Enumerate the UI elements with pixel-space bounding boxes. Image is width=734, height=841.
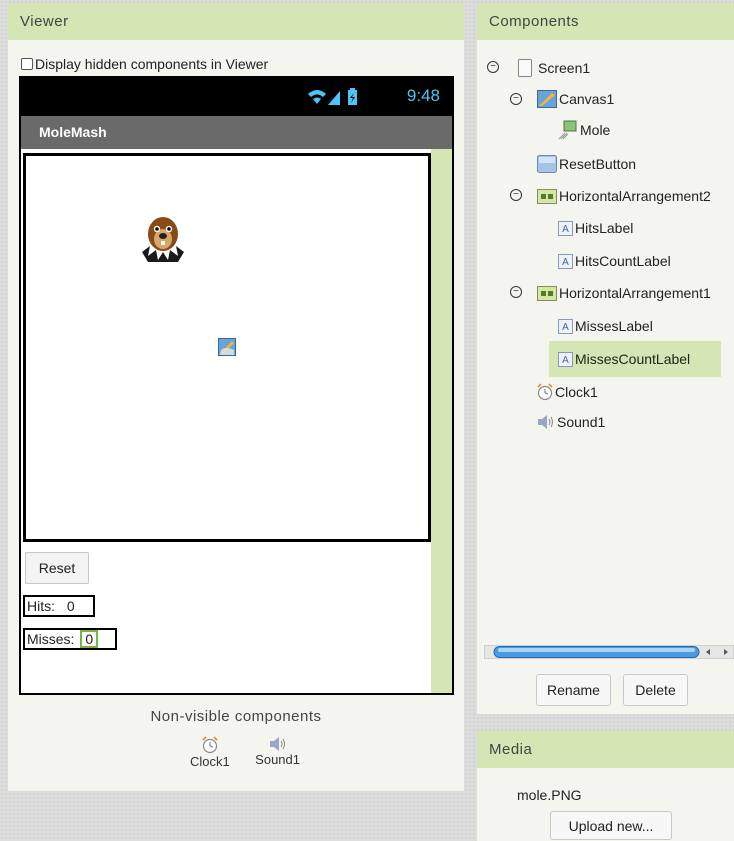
reset-button[interactable]: Reset [25, 552, 89, 584]
horizontal-arrangement-icon [537, 188, 557, 204]
tree-label: Sound1 [557, 414, 606, 430]
app-title: MoleMash [39, 124, 107, 140]
signal-icons [306, 87, 372, 110]
tree-label: Canvas1 [559, 91, 615, 107]
nonvisible-clock-label: Clock1 [190, 754, 230, 769]
hits-label: Hits: [27, 598, 55, 614]
nonvisible-clock[interactable]: Clock1 [190, 736, 230, 769]
mole-sprite-icon[interactable] [138, 212, 188, 268]
tree-item-resetbutton[interactable]: ResetButton [537, 153, 636, 175]
components-header: Components [477, 3, 734, 40]
phone-preview: 9:48 MoleMash Reset Hits: 0 Misses: 0 [19, 76, 454, 695]
tree-label: MissesLabel [575, 318, 653, 334]
display-hidden-option[interactable]: Display hidden components in Viewer [21, 56, 268, 72]
app-title-bar: MoleMash [21, 116, 452, 149]
canvas-placeholder-icon [218, 338, 236, 356]
image-sprite-icon [558, 120, 577, 140]
clock-icon [537, 383, 553, 401]
tree-item-horizontalarrangement1[interactable]: HorizontalArrangement1 [537, 282, 711, 304]
components-title: Components [489, 13, 580, 30]
hits-arrangement: Hits: 0 [23, 595, 95, 617]
tree-label: Screen1 [538, 60, 591, 76]
tree-item-sound1[interactable]: Sound1 [537, 411, 605, 433]
nonvisible-sound[interactable]: Sound1 [255, 736, 300, 769]
collapse-screen1-icon[interactable]: − [487, 61, 499, 73]
tree-item-hitslabel[interactable]: A HitsLabel [558, 217, 633, 239]
tree-label: HorizontalArrangement1 [559, 285, 711, 301]
media-header: Media [477, 731, 734, 768]
tree-label: HitsLabel [575, 220, 634, 236]
tree-item-hitscountlabel[interactable]: A HitsCountLabel [558, 250, 671, 272]
label-icon: A [558, 351, 573, 367]
collapse-harrangement2-icon[interactable]: − [510, 189, 522, 201]
misses-label: Misses: [27, 631, 75, 647]
misses-count[interactable]: 0 [80, 630, 99, 648]
components-horizontal-scrollbar[interactable] [484, 645, 734, 659]
components-panel [477, 40, 734, 714]
display-hidden-checkbox[interactable] [21, 58, 33, 70]
misses-arrangement: Misses: 0 [23, 628, 117, 650]
label-icon: A [558, 220, 573, 236]
tree-label: Mole [580, 122, 611, 138]
tree-label: HitsCountLabel [575, 253, 671, 269]
screen-scroll-strip [431, 149, 452, 693]
speaker-icon [538, 415, 553, 429]
display-hidden-label: Display hidden components in Viewer [35, 56, 269, 72]
media-file-item[interactable]: mole.PNG [517, 787, 582, 803]
tree-item-misseslabel[interactable]: A MissesLabel [558, 315, 653, 337]
tree-item-canvas1[interactable]: Canvas1 [537, 88, 614, 110]
hits-count: 0 [66, 598, 75, 614]
rename-button[interactable]: Rename [536, 674, 611, 706]
tree-item-horizontalarrangement2[interactable]: HorizontalArrangement2 [537, 185, 711, 207]
tree-item-clock1[interactable]: Clock1 [537, 381, 598, 403]
speaker-icon [269, 737, 285, 751]
tree-item-missescountlabel[interactable]: A MissesCountLabel [549, 341, 721, 377]
delete-button[interactable]: Delete [623, 674, 688, 706]
viewer-title: Viewer [20, 13, 69, 30]
canvas-icon [537, 90, 557, 108]
tree-label: ResetButton [559, 156, 637, 172]
horizontal-arrangement-icon [537, 285, 557, 301]
upload-new-button[interactable]: Upload new... [550, 811, 672, 840]
button-icon [537, 155, 557, 173]
media-title: Media [489, 741, 533, 758]
collapse-canvas1-icon[interactable]: − [510, 93, 522, 105]
tree-label: Clock1 [555, 384, 598, 400]
collapse-harrangement1-icon[interactable]: − [510, 286, 522, 298]
nonvisible-components: Clock1 Sound1 [190, 736, 300, 769]
label-icon: A [558, 253, 573, 269]
screen-icon [518, 59, 532, 77]
clock-icon [202, 736, 218, 754]
viewer-header: Viewer [8, 3, 464, 40]
status-bar: 9:48 [21, 78, 452, 116]
label-icon: A [558, 318, 573, 334]
tree-label: HorizontalArrangement2 [559, 188, 711, 204]
status-time: 9:48 [406, 86, 440, 105]
tree-item-mole[interactable]: Mole [558, 119, 610, 141]
tree-label: MissesCountLabel [575, 351, 691, 367]
tree-item-screen1[interactable]: Screen1 [518, 57, 590, 79]
nonvisible-title: Non-visible components [150, 708, 322, 725]
nonvisible-sound-label: Sound1 [255, 752, 300, 767]
canvas-area[interactable] [23, 153, 431, 542]
